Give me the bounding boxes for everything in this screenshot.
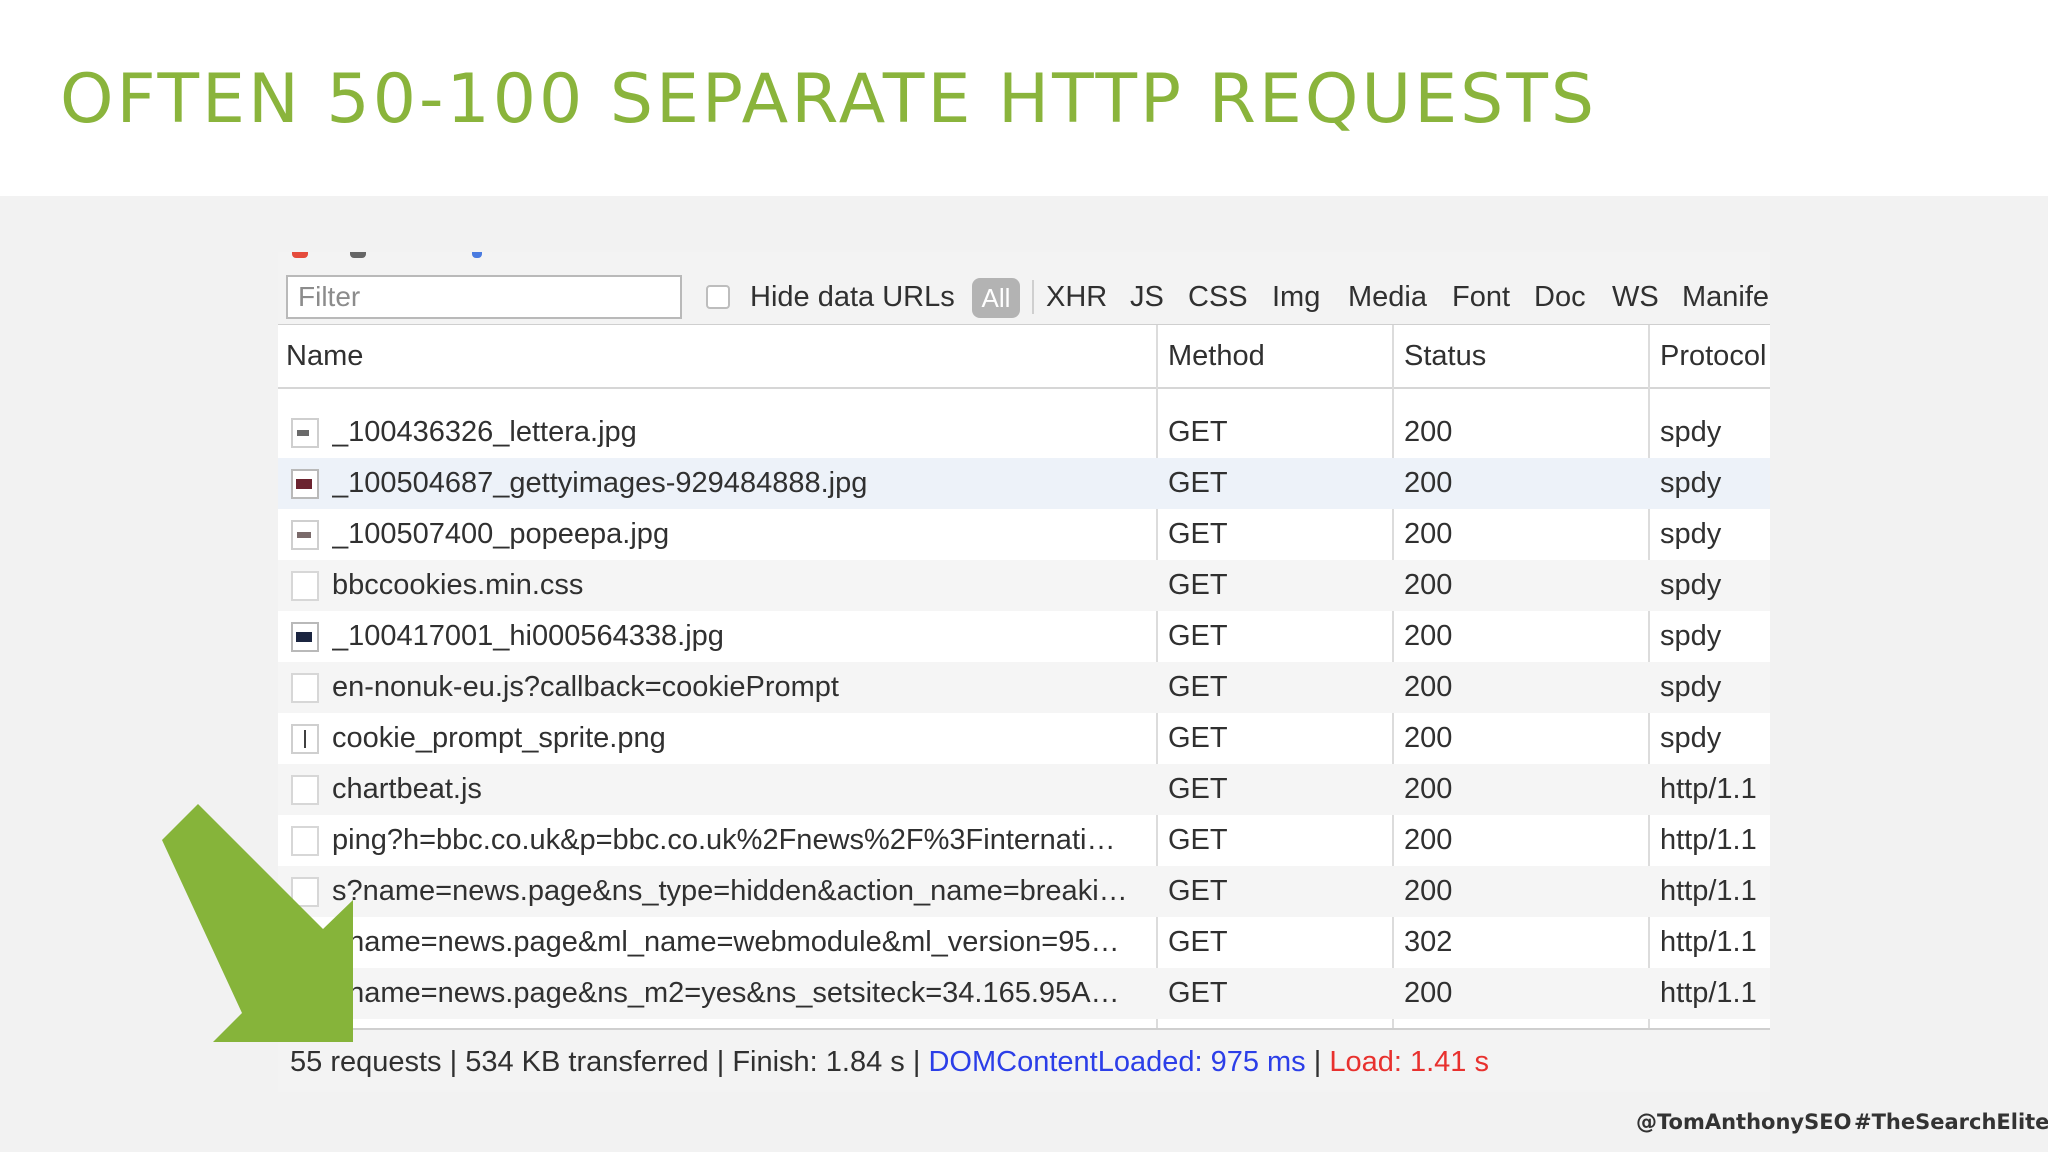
request-protocol: http/1.1 [1660, 926, 1757, 958]
request-protocol: http/1.1 [1660, 824, 1757, 856]
dom-content-loaded-time: DOMContentLoaded: 975 ms [928, 1046, 1306, 1078]
request-protocol: spdy [1660, 671, 1722, 703]
summary-separator: | [912, 1046, 921, 1078]
request-status: 200 [1404, 671, 1453, 703]
column-header-name[interactable]: Name [286, 325, 363, 387]
request-method: GET [1168, 875, 1228, 907]
type-filter-img[interactable]: Img [1272, 281, 1320, 314]
table-header: Name Method Status Protocol [278, 325, 1770, 389]
type-filter-css[interactable]: CSS [1188, 281, 1248, 314]
table-row[interactable]: chartbeat.js GET 200 http/1.1 [278, 764, 1770, 815]
type-filter-all[interactable]: All [972, 278, 1020, 318]
document-file-icon [291, 979, 319, 1009]
type-filter-ws[interactable]: WS [1612, 281, 1659, 314]
request-protocol: http/1.1 [1660, 773, 1757, 805]
author-handle: @TomAnthonySEO [1636, 1110, 1852, 1134]
document-file-icon [291, 928, 319, 958]
hide-data-urls-checkbox[interactable] [706, 285, 730, 309]
network-summary-bar: 55 requests | 534 KB transferred | Finis… [278, 1028, 1770, 1092]
request-method: GET [1168, 977, 1228, 1009]
table-row[interactable]: s?name=news.page&ns_type=hidden&action_n… [278, 866, 1770, 917]
table-row[interactable]: bbccookies.min.css GET 200 spdy [278, 560, 1770, 611]
request-count: 55 requests [290, 1046, 442, 1078]
table-row[interactable]: ping?h=bbc.co.uk&p=bbc.co.uk%2Fnews%2F%3… [278, 815, 1770, 866]
request-method: GET [1168, 518, 1228, 550]
type-filter-xhr[interactable]: XHR [1046, 281, 1107, 314]
request-status: 200 [1404, 824, 1453, 856]
filter-input[interactable] [286, 275, 682, 319]
column-header-status[interactable]: Status [1404, 325, 1486, 387]
document-file-icon [291, 877, 319, 907]
request-status: 302 [1404, 926, 1453, 958]
request-method: GET [1168, 926, 1228, 958]
request-method: GET [1168, 467, 1228, 499]
request-method: GET [1168, 416, 1228, 448]
request-status: 200 [1404, 416, 1453, 448]
request-protocol: spdy [1660, 416, 1722, 448]
type-filter-doc[interactable]: Doc [1534, 281, 1586, 314]
hide-data-urls-label: Hide data URLs [750, 281, 955, 313]
load-time: Load: 1.41 s [1329, 1046, 1489, 1078]
table-row[interactable]: ?name=news.page&ns_m2=yes&ns_setsiteck=3… [278, 968, 1770, 1019]
table-row[interactable]: _100436326_lettera.jpg GET 200 spdy [278, 407, 1770, 458]
request-status: 200 [1404, 875, 1453, 907]
request-status: 200 [1404, 518, 1453, 550]
request-method: GET [1168, 671, 1228, 703]
column-header-method[interactable]: Method [1168, 325, 1265, 387]
finish-time: Finish: 1.84 s [732, 1046, 905, 1078]
request-protocol: spdy [1660, 620, 1722, 652]
filter-divider [1032, 280, 1034, 314]
slide-title: OFTEN 50-100 SEPARATE HTTP REQUESTS [60, 60, 1598, 139]
table-row[interactable]: _100507400_popeepa.jpg GET 200 spdy [278, 509, 1770, 560]
image-thumbnail-icon [291, 418, 319, 448]
request-method: GET [1168, 722, 1228, 754]
image-thumbnail-icon [291, 724, 319, 754]
stylesheet-file-icon [291, 571, 319, 601]
event-hashtag: #TheSearchElite [1854, 1110, 2048, 1134]
table-row[interactable]: _100417001_hi000564338.jpg GET 200 spdy [278, 611, 1770, 662]
request-status: 200 [1404, 722, 1453, 754]
request-protocol: spdy [1660, 518, 1722, 550]
table-row[interactable]: cookie_prompt_sprite.png GET 200 spdy [278, 713, 1770, 764]
table-row[interactable]: ?name=news.page&ml_name=webmodule&ml_ver… [278, 917, 1770, 968]
request-status: 200 [1404, 977, 1453, 1009]
table-row[interactable]: _100504687_gettyimages-929484888.jpg GET… [278, 458, 1770, 509]
slide-header: OFTEN 50-100 SEPARATE HTTP REQUESTS [0, 0, 2048, 196]
type-filter-font[interactable]: Font [1452, 281, 1510, 314]
transferred-size: 534 KB transferred [465, 1046, 709, 1078]
summary-separator: | [716, 1046, 725, 1078]
request-method: GET [1168, 569, 1228, 601]
request-protocol: http/1.1 [1660, 875, 1757, 907]
request-status: 200 [1404, 569, 1453, 601]
network-panel: Hide data URLs All XHR JS CSS Img Media … [278, 252, 1770, 1092]
image-thumbnail-icon [291, 622, 319, 652]
type-filter-js[interactable]: JS [1130, 281, 1164, 314]
script-file-icon [291, 673, 319, 703]
request-protocol: http/1.1 [1660, 977, 1757, 1009]
type-filter-manifest[interactable]: Manife [1682, 281, 1769, 314]
request-protocol: spdy [1660, 569, 1722, 601]
request-method: GET [1168, 773, 1228, 805]
image-thumbnail-icon [291, 469, 319, 499]
request-status: 200 [1404, 467, 1453, 499]
request-method: GET [1168, 824, 1228, 856]
request-status: 200 [1404, 620, 1453, 652]
image-thumbnail-icon [291, 520, 319, 550]
request-protocol: spdy [1660, 722, 1722, 754]
document-file-icon [291, 826, 319, 856]
request-list: _100436326_lettera.jpg GET 200 spdy _100… [278, 407, 1770, 1019]
script-file-icon [291, 775, 319, 805]
table-row[interactable]: en-nonuk-eu.js?callback=cookiePrompt GET… [278, 662, 1770, 713]
request-protocol: spdy [1660, 467, 1722, 499]
summary-separator: | [1313, 1046, 1322, 1078]
request-method: GET [1168, 620, 1228, 652]
request-status: 200 [1404, 773, 1453, 805]
column-header-protocol[interactable]: Protocol [1660, 325, 1766, 387]
type-filter-media[interactable]: Media [1348, 281, 1427, 314]
summary-separator: | [449, 1046, 458, 1078]
filter-bar: Hide data URLs All XHR JS CSS Img Media … [278, 262, 1770, 325]
